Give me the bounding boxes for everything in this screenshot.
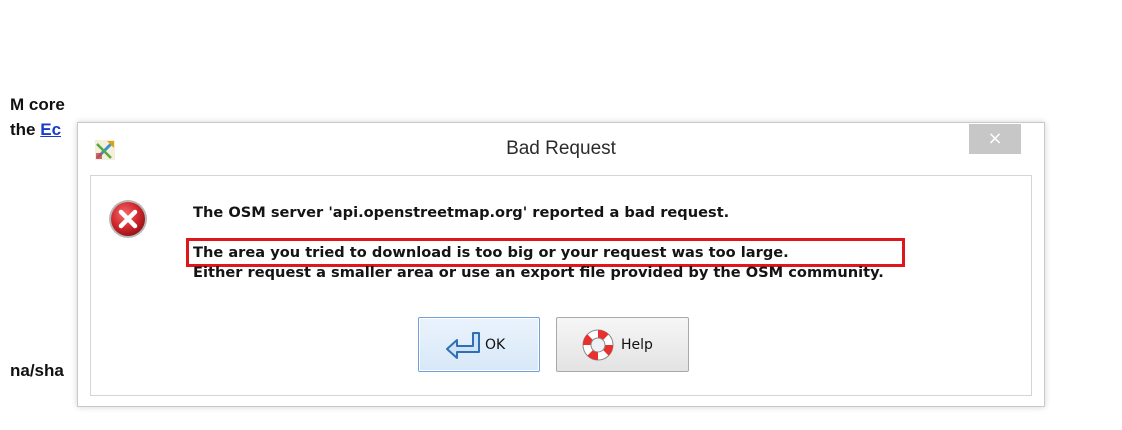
bad-request-dialog: Bad Request × The OSM server 'api.openst… (77, 122, 1045, 407)
background-link[interactable]: Ec (40, 120, 61, 139)
dialog-title: Bad Request (506, 138, 616, 159)
ok-arrow-icon (446, 331, 480, 359)
dialog-titlebar[interactable]: Bad Request × (78, 123, 1044, 175)
background-text-line2: the Ec (10, 120, 61, 140)
ok-button[interactable]: OK (418, 317, 540, 372)
background-text-path: na/sha (10, 361, 64, 380)
close-icon: × (987, 128, 1003, 149)
close-button[interactable]: × (969, 124, 1021, 154)
help-button[interactable]: Help (556, 317, 689, 372)
error-message-line3: Either request a smaller area or use an … (193, 264, 884, 281)
error-message-line2: The area you tried to download is too bi… (193, 244, 789, 261)
error-message-line1: The OSM server 'api.openstreetmap.org' r… (193, 204, 730, 221)
background-text-osm-core: M core (10, 95, 65, 114)
ok-button-label: OK (485, 336, 506, 353)
lifebuoy-help-icon (582, 329, 614, 360)
error-icon (109, 200, 147, 238)
dialog-content: The OSM server 'api.openstreetmap.org' r… (90, 175, 1032, 396)
background-text-prefix: the (10, 120, 41, 139)
help-button-label: Help (621, 336, 653, 353)
